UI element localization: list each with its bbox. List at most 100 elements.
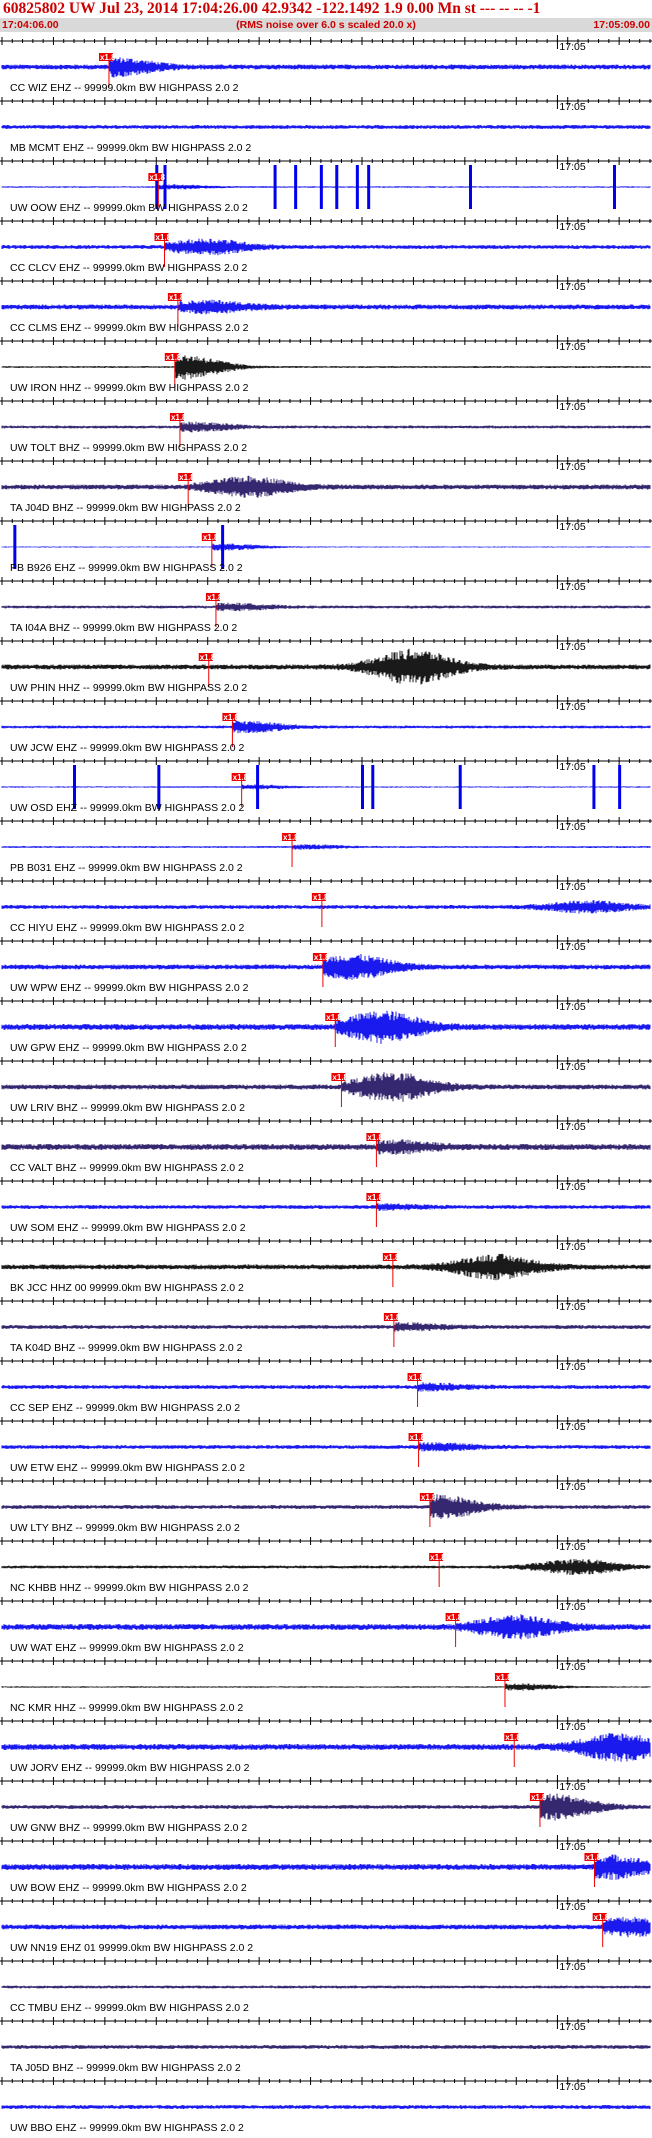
trace-row: 17:05 x1.8 UW JCW EHZ -- 99999.0km BW HIGH… — [0, 695, 652, 754]
minute-label: 17:05 — [559, 1841, 585, 1853]
waveform — [1, 354, 651, 380]
pick-label: x1.8 — [585, 1853, 601, 1862]
station-label: TA I04A BHZ -- 99999.0km BW HIGHPASS 2.0… — [10, 622, 237, 634]
waveform — [1, 784, 651, 790]
waveform-spike — [367, 165, 371, 209]
waveform — [1, 1559, 651, 1575]
pick-label: x1.8 — [100, 53, 116, 62]
waveform — [1, 1793, 651, 1821]
waveform — [1, 1916, 651, 1938]
pick-label: x1.8 — [447, 1613, 463, 1622]
station-label: UW OSD EHZ -- 99999.0km BW HIGHPASS 2.0 … — [10, 802, 245, 814]
minute-label: 17:05 — [559, 1901, 585, 1913]
station-label: TA K04D BHZ -- 99999.0km BW HIGHPASS 2.0… — [10, 1342, 243, 1354]
waveform — [1, 1382, 651, 1392]
pick-label: x1.8 — [156, 233, 172, 242]
pick-label: x1.8 — [367, 1133, 383, 1142]
pick-label: x1.8 — [385, 1313, 401, 1322]
trace-row: 17:05 x1.8 UW LRIV BHZ -- 99999.0km BW HIG… — [0, 1055, 652, 1114]
trace-row: 17:05 x1.8 UW TOLT BHZ -- 99999.0km BW HIG… — [0, 395, 652, 454]
minute-label: 17:05 — [559, 881, 585, 893]
station-label: UW GPW EHZ -- 99999.0km BW HIGHPASS 2.0 … — [10, 1042, 247, 1054]
station-label: CC WIZ EHZ -- 99999.0km BW HIGHPASS 2.0 … — [10, 82, 239, 94]
trace-row: 17:05 x1.8 UW OSD EHZ -- 99999.0km BW HIGH… — [0, 755, 652, 814]
station-label: CC CLCV EHZ -- 99999.0km BW HIGHPASS 2.0… — [10, 262, 247, 274]
waveform — [1, 1442, 651, 1452]
minute-label: 17:05 — [559, 1361, 585, 1373]
waveform-spike — [319, 165, 323, 209]
minute-label: 17:05 — [559, 401, 585, 413]
trace-row: 17:05 x1.8 UW ETW EHZ -- 99999.0km BW HIGH… — [0, 1415, 652, 1474]
trace-row: 17:05 x1.8 BK JCC HHZ 00 99999.0km BW HIGH… — [0, 1235, 652, 1294]
station-label: TA J04D BHZ -- 99999.0km BW HIGHPASS 2.0… — [10, 502, 241, 514]
trace-row: 17:05 MB MCMT EHZ -- 99999.0km BW HIGHPAS… — [0, 95, 652, 154]
minute-label: 17:05 — [559, 1061, 585, 1073]
station-label: PB B031 EHZ -- 99999.0km BW HIGHPASS 2.0… — [10, 862, 243, 874]
pick-label: x1.8 — [223, 713, 239, 722]
minute-label: 17:05 — [559, 1241, 585, 1253]
minute-label: 17:05 — [559, 1001, 585, 1013]
waveform — [1, 648, 651, 685]
waveform — [1, 1139, 651, 1155]
minute-label: 17:05 — [559, 641, 585, 653]
pick-label: x1.8 — [410, 1433, 426, 1442]
header: 60825802 UW Jul 23, 2014 17:04:26.00 42.… — [0, 0, 652, 33]
waveform — [1, 2105, 651, 2109]
pick-label: x1.8 — [283, 833, 299, 842]
minute-label: 17:05 — [559, 1601, 585, 1613]
trace-row: 17:05 x1.8 TA K04D BHZ -- 99999.0km BW HIG… — [0, 1295, 652, 1354]
station-label: UW WAT EHZ -- 99999.0km BW HIGHPASS 2.0 … — [10, 1642, 244, 1654]
trace-row: 17:05 x1.8 UW LTY BHZ -- 99999.0km BW HIGH… — [0, 1475, 652, 1534]
waveform-spike — [294, 165, 298, 209]
waveform — [1, 1733, 651, 1762]
station-label: BK JCC HHZ 00 99999.0km BW HIGHPASS 2.0 … — [10, 1282, 244, 1294]
minute-label: 17:05 — [559, 521, 585, 533]
trace-row: 17:05 x1.8 UW OOW EHZ -- 99999.0km BW HIGH… — [0, 155, 652, 214]
end-time: 17:05:09.00 — [593, 19, 650, 31]
waveform — [1, 1253, 651, 1281]
pick-label: x1.8 — [233, 773, 249, 782]
station-label: UW LRIV BHZ -- 99999.0km BW HIGHPASS 2.0… — [10, 1102, 245, 1114]
station-label: UW JCW EHZ -- 99999.0km BW HIGHPASS 2.0 … — [10, 742, 245, 754]
pick-label: x1.8 — [313, 893, 329, 902]
waveform — [1, 1494, 651, 1519]
station-label: NC KHBB HHZ -- 99999.0km BW HIGHPASS 2.0… — [10, 1582, 249, 1594]
waveform — [1, 184, 651, 190]
minute-label: 17:05 — [559, 1661, 585, 1673]
pick-label: x1.8 — [594, 1913, 610, 1922]
trace-row: 17:05 x1.8 CC SEP EHZ -- 99999.0km BW HIGH… — [0, 1355, 652, 1414]
waveform — [1, 602, 651, 612]
minute-label: 17:05 — [559, 101, 585, 113]
pick-label: x1.8 — [207, 593, 223, 602]
minute-label: 17:05 — [559, 161, 585, 173]
pick-label: x1.8 — [314, 953, 330, 962]
waveform — [1, 1072, 651, 1102]
trace-row: 17:05x1.8 UW BOW EHZ -- 99999.0km BW HIGH… — [0, 1835, 652, 1894]
pick-label: x1.8 — [171, 413, 187, 422]
waveform — [1, 721, 651, 734]
trace-row: 17:05 CC TMBU EHZ -- 99999.0km BW HIGHPAS… — [0, 1955, 652, 2014]
minute-label: 17:05 — [559, 1121, 585, 1133]
trace-row: 17:05 x1.8 UW SOM EHZ -- 99999.0km BW HIGH… — [0, 1175, 652, 1234]
minute-label: 17:05 — [559, 1181, 585, 1193]
trace-row: 17:05 x1.8 PB B926 EHZ -- 99999.0km BW HIG… — [0, 515, 652, 574]
trace-row: 17:05 TA J05D BHZ -- 99999.0km BW HIGHPAS… — [0, 2015, 652, 2074]
minute-label: 17:05 — [559, 1481, 585, 1493]
trace-row: 17:05 x1.8 CC VALT BHZ -- 99999.0km BW HIG… — [0, 1115, 652, 1174]
minute-label: 17:05 — [559, 821, 585, 833]
minute-label: 17:05 — [559, 1541, 585, 1553]
station-label: CC TMBU EHZ -- 99999.0km BW HIGHPASS 2.0… — [10, 2002, 249, 2014]
minute-label: 17:05 — [559, 2021, 585, 2033]
waveform-spike — [592, 765, 596, 809]
minute-label: 17:05 — [559, 281, 585, 293]
waveform — [1, 1614, 651, 1640]
event-title: 60825802 UW Jul 23, 2014 17:04:26.00 42.… — [3, 0, 541, 17]
minute-label: 17:05 — [559, 341, 585, 353]
station-label: UW WPW EHZ -- 99999.0km BW HIGHPASS 2.0 … — [10, 982, 249, 994]
station-label: UW BOW EHZ -- 99999.0km BW HIGHPASS 2.0 … — [10, 1882, 247, 1894]
station-label: UW JORV EHZ -- 99999.0km BW HIGHPASS 2.0… — [10, 1762, 250, 1774]
station-label: UW NN19 EHZ 01 99999.0km BW HIGHPASS 2.0… — [10, 1942, 253, 1954]
trace-row: 17:05 x1.8 UW IRON HHZ -- 99999.0km BW HIG… — [0, 335, 652, 394]
trace-row: 17:05 x1.8 PB B031 EHZ -- 99999.0km BW HIG… — [0, 815, 652, 874]
waveform — [1, 1683, 651, 1691]
